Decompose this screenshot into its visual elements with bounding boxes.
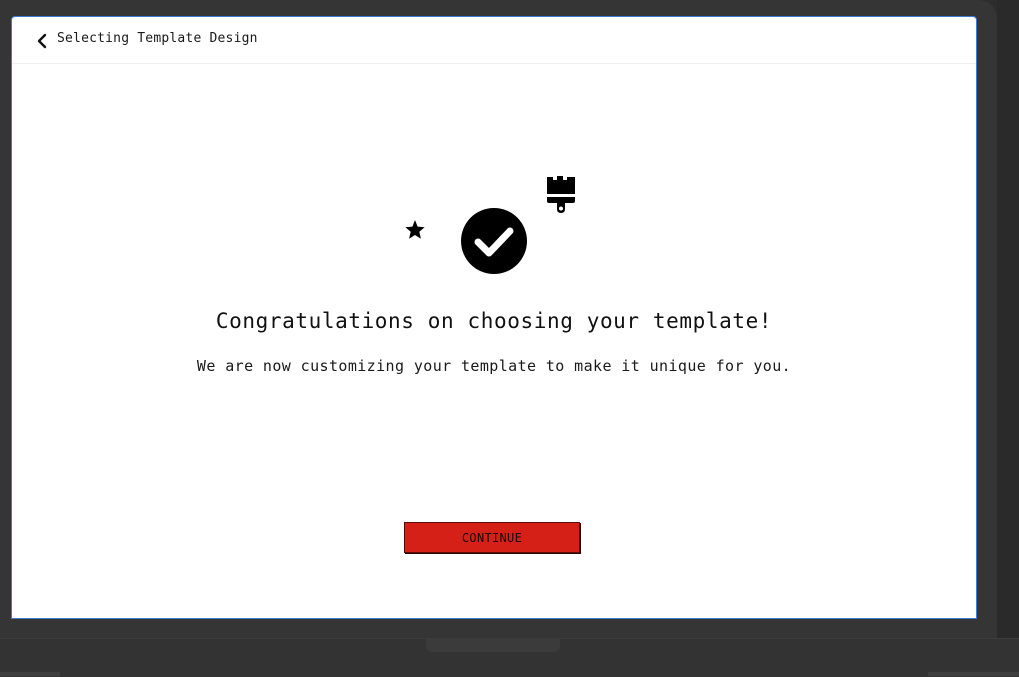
check-circle-icon	[461, 208, 527, 274]
continue-button[interactable]: CONTINUE	[404, 522, 580, 553]
page-title: Selecting Template Design	[57, 31, 258, 46]
back-button[interactable]	[30, 29, 54, 53]
laptop-bezel-edge	[997, 0, 1019, 638]
chevron-left-icon	[37, 33, 47, 49]
star-icon	[405, 220, 425, 239]
laptop-hinge-notch	[426, 638, 560, 652]
success-illustration	[392, 167, 602, 287]
congratulations-heading: Congratulations on choosing your templat…	[215, 309, 773, 333]
laptop-foot-right	[928, 672, 1019, 676]
top-bar: Selecting Template Design	[12, 17, 976, 64]
app-screen: Selecting Template Design Congratulation…	[11, 16, 977, 619]
customizing-message: We are now customizing your template to …	[196, 357, 792, 375]
laptop-foot-left	[0, 672, 60, 676]
paint-brush-icon	[547, 176, 575, 213]
